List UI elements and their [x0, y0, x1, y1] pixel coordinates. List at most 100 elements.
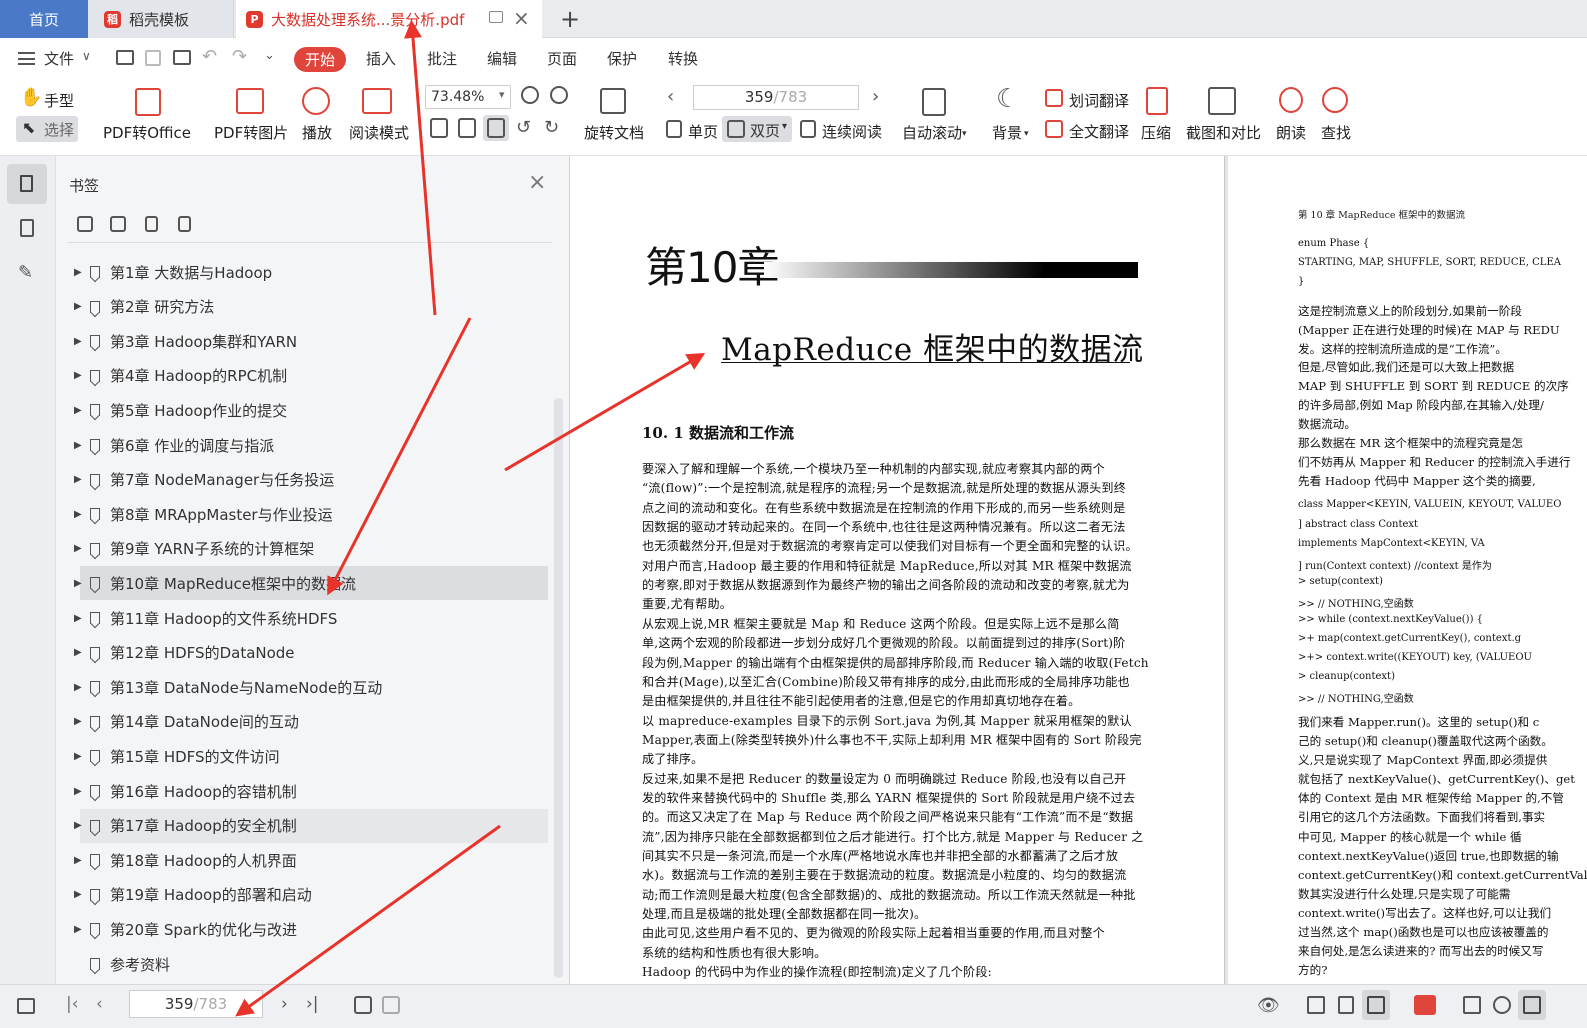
add-bookmark-icon[interactable]: [77, 216, 93, 232]
menu-annotate[interactable]: 批注: [427, 48, 457, 69]
expand-arrow-icon[interactable]: ▶: [74, 370, 82, 381]
bookmark-item[interactable]: ▶ 第11章 Hadoop的文件系统HDFS: [74, 601, 548, 635]
expand-arrow-icon[interactable]: ▶: [74, 889, 82, 900]
delete-bookmark-icon[interactable]: [178, 216, 191, 232]
bookmark-item[interactable]: ▶ 第10章 MapReduce框架中的数据流: [74, 566, 548, 601]
close-tab-icon[interactable]: ×: [513, 6, 530, 30]
expand-arrow-icon[interactable]: ▶: [74, 405, 82, 416]
previous-page-icon[interactable]: ‹: [667, 86, 674, 107]
bookmark-item[interactable]: ▶ 第12章 HDFS的DataNode: [74, 636, 548, 670]
zoom-in-icon[interactable]: [550, 86, 568, 104]
double-view-button[interactable]: [1362, 990, 1390, 1020]
expand-arrow-icon[interactable]: ▶: [74, 509, 82, 520]
expand-arrow-icon[interactable]: ▶: [74, 301, 82, 312]
word-translate-button[interactable]: 划词翻译: [1069, 90, 1129, 111]
bookmark-item[interactable]: ▶ 第15章 HDFS的文件访问: [74, 739, 548, 773]
rotate-left-icon[interactable]: ↺: [516, 117, 531, 138]
pdf-to-office-button[interactable]: PDF转Office: [103, 122, 191, 143]
bookmark-item[interactable]: ▶ 第3章 Hadoop集群和YARN: [74, 324, 548, 358]
bookmark-item[interactable]: ▶ 第16章 Hadoop的容错机制: [74, 774, 548, 808]
close-panel-icon[interactable]: ×: [528, 170, 546, 195]
expand-arrow-icon[interactable]: ▶: [74, 440, 82, 451]
menu-page[interactable]: 页面: [547, 48, 577, 69]
expand-arrow-icon[interactable]: ▶: [74, 647, 82, 658]
expand-arrow-icon[interactable]: ▶: [74, 716, 82, 727]
chevron-down-icon[interactable]: ∨: [82, 49, 91, 63]
expand-arrow-icon[interactable]: ▶: [74, 855, 82, 866]
undo-icon[interactable]: ↶: [202, 46, 217, 67]
expand-arrow-icon[interactable]: ▶: [74, 336, 82, 347]
menu-protect[interactable]: 保护: [607, 48, 637, 69]
page-number-input[interactable]: 359/783: [693, 85, 859, 110]
read-aloud-button[interactable]: 朗读: [1276, 122, 1306, 143]
hand-tool-button[interactable]: 手型: [44, 90, 74, 111]
single-page-button[interactable]: 单页: [688, 121, 718, 142]
expand-bookmark-icon[interactable]: [145, 216, 158, 232]
fit-page-status-icon[interactable]: [1493, 996, 1511, 1014]
first-page-icon[interactable]: |‹: [66, 994, 79, 1014]
tab-template[interactable]: 稻 稻壳模板: [88, 0, 234, 38]
back-view-icon[interactable]: [354, 996, 372, 1014]
bookmark-item[interactable]: 参考资料: [80, 947, 548, 981]
actual-size-icon[interactable]: [430, 118, 448, 138]
bookmark-item[interactable]: ▶ 第14章 DataNode间的互动: [74, 705, 548, 739]
bookmark-item[interactable]: ▶ 第2章 研究方法: [74, 290, 548, 324]
expand-arrow-icon[interactable]: ▶: [74, 543, 82, 554]
bookmark-item[interactable]: ▶ 第18章 Hadoop的人机界面: [74, 843, 548, 877]
tab-home[interactable]: 首页: [0, 0, 88, 38]
forward-view-icon[interactable]: [382, 996, 400, 1014]
fit-page-icon[interactable]: [458, 118, 476, 138]
eye-protection-icon[interactable]: 👁: [1257, 995, 1280, 1016]
bookmark-item[interactable]: ▶ 第19章 Hadoop的部署和启动: [74, 878, 548, 912]
fit-width-button[interactable]: [483, 115, 509, 141]
actual-size-status-icon[interactable]: [1463, 996, 1481, 1014]
menu-edit[interactable]: 编辑: [487, 48, 517, 69]
bookmark-item[interactable]: ▶ 第5章 Hadoop作业的提交: [74, 393, 548, 427]
save-icon[interactable]: [145, 50, 161, 66]
expand-arrow-icon[interactable]: ▶: [74, 613, 82, 624]
expand-arrow-icon[interactable]: ▶: [74, 578, 82, 589]
redo-icon[interactable]: ↷: [232, 46, 247, 67]
continuous-read-button[interactable]: 连续阅读: [822, 121, 882, 142]
pdf-to-image-button[interactable]: PDF转图片: [214, 122, 288, 143]
menu-start[interactable]: 开始: [294, 47, 346, 72]
menu-insert[interactable]: 插入: [366, 48, 396, 69]
fit-width-status-button[interactable]: [1518, 990, 1546, 1020]
play-button[interactable]: 播放: [302, 122, 332, 143]
expand-arrow-icon[interactable]: ▶: [74, 786, 82, 797]
toggle-sidebar-icon[interactable]: [17, 998, 35, 1014]
zoom-out-icon[interactable]: [521, 86, 539, 104]
prev-page-status-icon[interactable]: ‹: [96, 994, 103, 1014]
new-tab-button[interactable]: +: [556, 0, 584, 38]
read-mode-button[interactable]: 阅读模式: [349, 122, 409, 143]
single-view-icon[interactable]: [1338, 996, 1354, 1014]
tab-pdf-document[interactable]: P 大数据处理系统...景分析.pdf ×: [236, 0, 542, 38]
status-page-input[interactable]: 359/783: [129, 990, 263, 1018]
open-folder-icon[interactable]: [116, 50, 134, 65]
expand-arrow-icon[interactable]: ▶: [74, 474, 82, 485]
bookmark-item[interactable]: ▶ 第6章 作业的调度与指派: [74, 428, 548, 462]
next-page-status-icon[interactable]: ›: [281, 994, 288, 1014]
bookmark-item[interactable]: ▶ 第8章 MRAppMaster与作业投运: [74, 497, 548, 531]
bookmark-item[interactable]: ▶ 第1章 大数据与Hadoop: [74, 255, 548, 289]
bookmark-item[interactable]: ▶ 第4章 Hadoop的RPC机制: [74, 359, 548, 393]
next-page-icon[interactable]: ›: [872, 86, 879, 107]
thumbnail-icon[interactable]: [20, 219, 34, 237]
scrollbar[interactable]: [554, 398, 563, 978]
play-presentation-icon[interactable]: [1414, 995, 1436, 1015]
bookmark-item[interactable]: ▶ 第9章 YARN子系统的计算框架: [74, 532, 548, 566]
bookmark-item[interactable]: ▶ 第17章 Hadoop的安全机制: [74, 808, 548, 843]
expand-arrow-icon[interactable]: ▶: [74, 820, 82, 831]
screenshot-compare-button[interactable]: 截图和对比: [1186, 122, 1261, 143]
auto-scroll-button[interactable]: 自动滚动: [902, 122, 962, 143]
zoom-select[interactable]: 73.48% ▾: [425, 85, 511, 109]
expand-arrow-icon[interactable]: ▶: [74, 682, 82, 693]
annotation-icon[interactable]: ✎: [18, 262, 33, 283]
expand-arrow-icon[interactable]: ▶: [74, 267, 82, 278]
hamburger-icon[interactable]: [18, 52, 35, 65]
background-button[interactable]: 背景: [992, 122, 1022, 143]
menu-convert[interactable]: 转换: [668, 48, 698, 69]
double-page-button[interactable]: 双页 ▾: [722, 116, 792, 142]
expand-arrow-icon[interactable]: ▶: [74, 751, 82, 762]
compress-button[interactable]: 压缩: [1141, 122, 1171, 143]
